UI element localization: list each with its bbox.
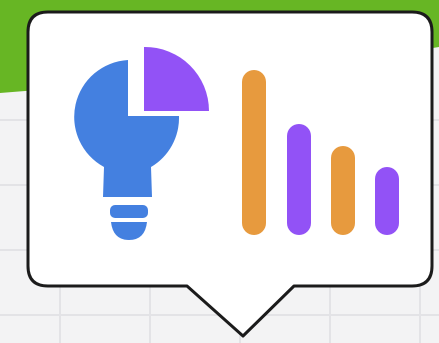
chart-bar [287,124,311,235]
illustration-scene [0,0,439,343]
chart-bar [331,146,355,235]
chart-bar [375,167,399,235]
speech-bubble [26,10,434,338]
lightbulb-neck [110,205,148,218]
chart-bar [242,70,266,235]
